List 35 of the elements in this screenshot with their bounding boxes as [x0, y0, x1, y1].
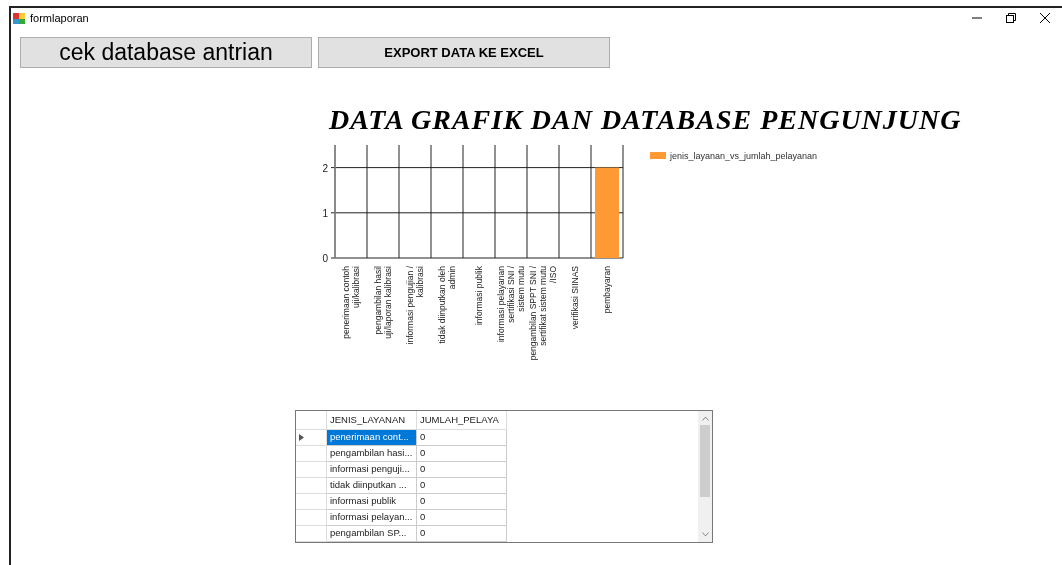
- axis-tick-label: 1: [322, 207, 328, 219]
- action-button[interactable]: EXPORT DATA KE EXCEL: [318, 37, 610, 68]
- chart-legend: jenis_layanan_vs_jumlah_pelayanan: [650, 151, 818, 161]
- table-cell: 0: [417, 429, 507, 446]
- category-label: verifikasi SIINAS: [570, 266, 580, 330]
- close-icon: [1040, 13, 1050, 23]
- scroll-thumb[interactable]: [700, 425, 710, 497]
- restore-icon: [1006, 13, 1016, 23]
- vertical-scrollbar[interactable]: [698, 411, 712, 542]
- scroll-down-icon: [701, 532, 709, 537]
- table-cell: 0: [417, 477, 507, 494]
- app-icon: [13, 12, 25, 24]
- axis-tick-label: 2: [322, 162, 328, 174]
- row-header[interactable]: [296, 526, 327, 543]
- category-label: informasi publik: [474, 266, 484, 326]
- table-cell: 0: [417, 461, 507, 478]
- table-cell: informasi pelayan...: [327, 509, 417, 526]
- category-label: penerimaan contoh uji/kalibrasi: [341, 266, 361, 339]
- table-cell: 0: [417, 526, 507, 543]
- table-cell: 0: [417, 509, 507, 526]
- table-cell: informasi penguji...: [327, 461, 417, 478]
- category-label: pembayaran: [602, 266, 612, 314]
- action-button[interactable]: cek database antrian: [20, 37, 312, 68]
- table-cell: informasi publik: [327, 493, 417, 510]
- window-title: formlaporan: [30, 10, 89, 26]
- table-cell: pengambilan SP...: [327, 526, 417, 543]
- table-cell: tidak diinputkan ...: [327, 477, 417, 494]
- table-cell: 0: [417, 445, 507, 462]
- table-cell: pengambilan hasi...: [327, 445, 417, 462]
- column-header[interactable]: JUMLAH_PELAYA: [417, 411, 507, 430]
- scroll-up-icon: [701, 416, 709, 421]
- column-header[interactable]: JENIS_LAYANAN: [327, 411, 417, 430]
- page-heading: DATA GRAFIK DAN DATABASE PENGUNJUNG: [329, 104, 963, 136]
- axis-tick-label: 0: [322, 253, 328, 264]
- table-cell: 0: [417, 493, 507, 510]
